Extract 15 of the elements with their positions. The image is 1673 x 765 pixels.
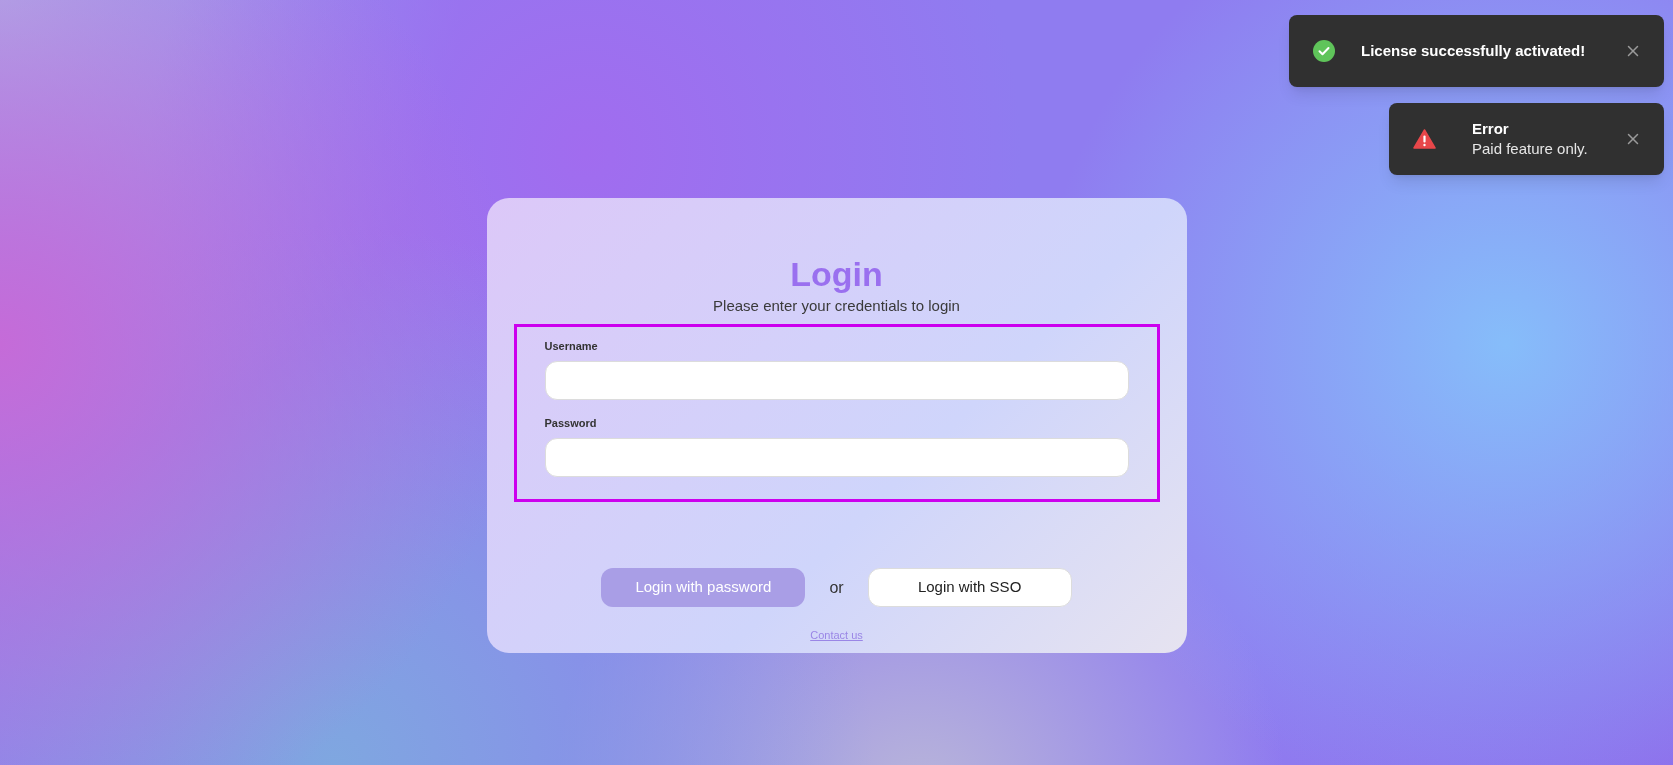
toast-message: Paid feature only. bbox=[1472, 139, 1589, 159]
login-button[interactable]: Login with password bbox=[601, 568, 806, 607]
login-button[interactable]: Login with SSO bbox=[867, 568, 1072, 607]
input-field[interactable] bbox=[544, 438, 1129, 477]
login-subtitle: Please enter your credentials to login bbox=[713, 296, 960, 316]
check-circle-icon bbox=[1313, 40, 1335, 62]
input-field[interactable] bbox=[544, 361, 1129, 400]
login-title: Login bbox=[790, 254, 883, 294]
toast-title: License successfully activated! bbox=[1361, 41, 1587, 61]
contact-link[interactable]: Contact us bbox=[810, 627, 863, 644]
warning-icon bbox=[1413, 129, 1436, 149]
toast-title: Error bbox=[1472, 119, 1510, 139]
separator-text: or bbox=[828, 577, 845, 598]
field-label: Username bbox=[544, 339, 599, 353]
field-label: Password bbox=[544, 416, 598, 430]
